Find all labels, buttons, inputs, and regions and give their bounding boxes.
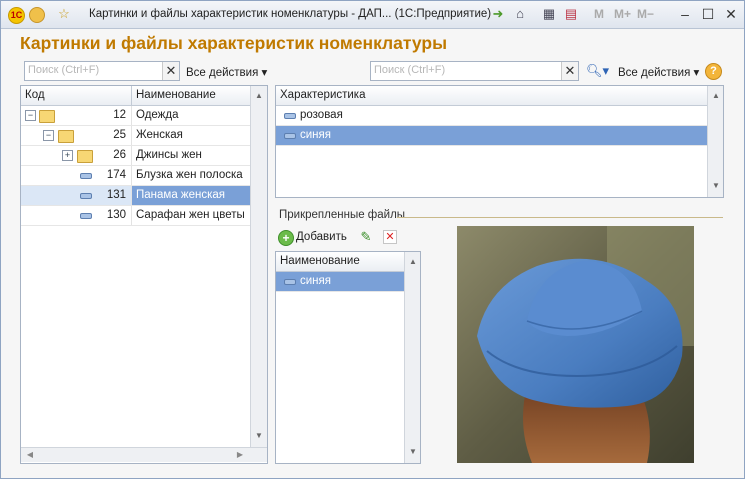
row-name: Сарафан жен цветы	[136, 209, 245, 221]
left-all-actions-button[interactable]: Все действия ▾	[186, 65, 267, 79]
collapse-toggle-icon[interactable]: −	[43, 130, 54, 141]
row-name: розовая	[300, 109, 343, 121]
scroll-down-icon[interactable]: ▼	[251, 428, 267, 444]
title-bar: 1С ☆ Картинки и файлы характеристик номе…	[1, 1, 744, 29]
row-name: Блузка жен полоска	[136, 169, 243, 181]
clear-search-icon[interactable]: ✕	[162, 62, 179, 80]
forward-icon[interactable]: ➜	[490, 6, 506, 22]
window-title: Картинки и файлы характеристик номенклат…	[89, 8, 492, 20]
files-header: Наименование	[276, 252, 404, 272]
row-code: 174	[106, 169, 126, 181]
item-icon	[284, 279, 296, 285]
folder-icon	[58, 130, 74, 143]
left-search-placeholder: Поиск (Ctrl+F)	[28, 64, 100, 76]
memory-mplus-button[interactable]: M+	[614, 7, 631, 21]
characteristic-row[interactable]: розовая	[276, 106, 707, 126]
attached-files-title: Прикрепленные файлы	[279, 209, 406, 221]
scroll-right-icon[interactable]: ▶	[233, 448, 247, 462]
add-file-label: Добавить	[296, 231, 347, 243]
calculator-icon[interactable]: ▦	[541, 6, 557, 22]
clear-search-icon[interactable]: ✕	[561, 62, 578, 80]
memory-m-button[interactable]: M	[594, 7, 604, 21]
file-row-selected[interactable]: синяя	[276, 272, 404, 292]
close-icon[interactable]: ✕	[721, 4, 741, 24]
column-characteristic[interactable]: Характеристика	[280, 89, 366, 101]
folder-icon	[39, 110, 55, 123]
files-vertical-scrollbar[interactable]: ▲ ▼	[404, 252, 420, 463]
characteristics-table[interactable]: Характеристика розовая синяя ▲ ▼	[275, 85, 724, 198]
scroll-up-icon[interactable]: ▲	[405, 254, 420, 270]
row-code: 26	[113, 149, 126, 161]
row-code: 12	[113, 109, 126, 121]
menu-dropdown-icon[interactable]	[29, 7, 45, 23]
tree-row[interactable]: + 26 Джинсы жен	[21, 146, 250, 166]
help-icon[interactable]: ?	[705, 63, 722, 80]
hat-picture	[457, 226, 694, 463]
memory-mminus-button[interactable]: M−	[637, 7, 654, 21]
row-name: синяя	[300, 275, 331, 287]
item-icon	[80, 173, 92, 179]
column-code[interactable]: Код	[25, 89, 45, 101]
delete-icon[interactable]: ✕	[383, 230, 397, 244]
edit-icon[interactable]: ✎	[358, 229, 374, 245]
right-search-input[interactable]: Поиск (Ctrl+F) ✕	[370, 61, 579, 81]
collapse-toggle-icon[interactable]: −	[25, 110, 36, 121]
attached-image-preview	[457, 226, 694, 463]
left-search-input[interactable]: Поиск (Ctrl+F) ✕	[24, 61, 180, 81]
tree-vertical-scrollbar[interactable]: ▲ ▼	[250, 86, 267, 447]
characteristics-vertical-scrollbar[interactable]: ▲ ▼	[707, 86, 723, 197]
tree-row[interactable]: 130 Сарафан жен цветы	[21, 206, 250, 226]
column-name[interactable]: Наименование	[136, 89, 216, 101]
row-name: Панама женская	[136, 189, 226, 201]
right-search-placeholder: Поиск (Ctrl+F)	[374, 64, 446, 76]
expand-toggle-icon[interactable]: +	[62, 150, 73, 161]
calendar-icon[interactable]: ▤	[563, 6, 579, 22]
characteristic-row-selected[interactable]: синяя	[276, 126, 707, 146]
group-divider	[397, 217, 723, 218]
scroll-left-icon[interactable]: ◀	[23, 448, 37, 462]
star-icon[interactable]: ☆	[56, 6, 72, 22]
tree-header: Код Наименование	[21, 86, 250, 106]
search-icon[interactable]: 🔍︎▾	[586, 63, 609, 79]
tree-horizontal-scrollbar[interactable]: ◀ ▶	[21, 447, 267, 462]
item-icon	[284, 133, 296, 139]
scroll-down-icon[interactable]: ▼	[708, 178, 723, 194]
app-logo-icon[interactable]: 1С	[8, 7, 25, 24]
scroll-down-icon[interactable]: ▼	[405, 444, 420, 460]
page-title: Картинки и файлы характеристик номенклат…	[20, 33, 448, 53]
item-icon	[284, 113, 296, 119]
tree-row[interactable]: − 12 Одежда	[21, 106, 250, 126]
right-all-actions-button[interactable]: Все действия ▾	[618, 65, 699, 79]
row-name: Джинсы жен	[136, 149, 202, 161]
bookmark-icon[interactable]: ⌂	[512, 6, 528, 22]
row-name: Женская	[136, 129, 183, 141]
scroll-up-icon[interactable]: ▲	[251, 88, 267, 104]
tree-row[interactable]: 174 Блузка жен полоска	[21, 166, 250, 186]
column-file-name[interactable]: Наименование	[280, 255, 360, 267]
row-name: синяя	[300, 129, 331, 141]
row-code: 130	[106, 209, 126, 221]
row-name: Одежда	[136, 109, 179, 121]
app-window: 1С ☆ Картинки и файлы характеристик номе…	[0, 0, 745, 479]
scroll-up-icon[interactable]: ▲	[708, 88, 723, 104]
row-code: 131	[106, 189, 126, 201]
maximize-icon[interactable]: ☐	[698, 4, 718, 24]
folder-icon	[77, 150, 93, 163]
tree-row-selected[interactable]: 131 Панама женская	[21, 186, 250, 206]
characteristics-header: Характеристика	[276, 86, 707, 106]
add-icon: +	[278, 230, 294, 246]
item-icon	[80, 193, 92, 199]
row-code: 25	[113, 129, 126, 141]
tree-row[interactable]: − 25 Женская	[21, 126, 250, 146]
minimize-icon[interactable]: –	[675, 4, 695, 24]
nomenclature-tree[interactable]: Код Наименование − 12 Одежда − 25 Женска…	[20, 85, 268, 464]
item-icon	[80, 213, 92, 219]
attached-files-table[interactable]: Наименование синяя ▲ ▼	[275, 251, 421, 464]
